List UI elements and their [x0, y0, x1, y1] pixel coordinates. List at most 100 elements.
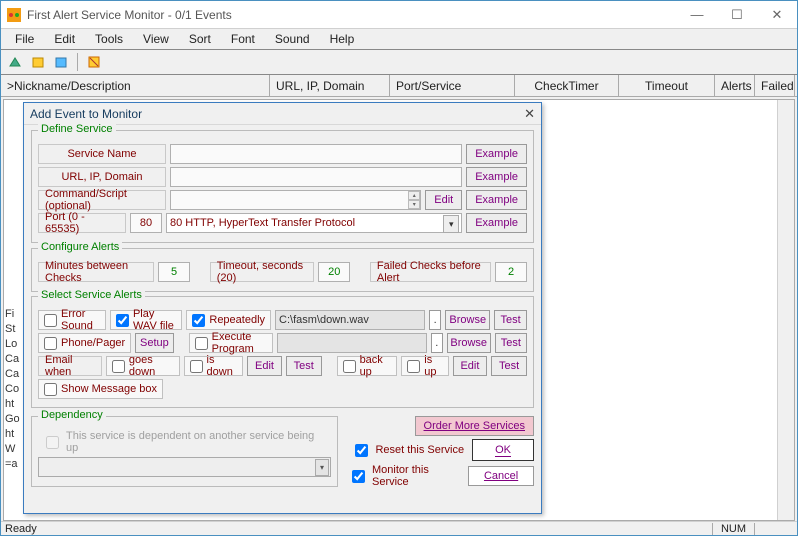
back-up-check[interactable]: back up [337, 356, 398, 376]
command-label: Command/Script (optional) [38, 190, 166, 210]
column-header: >Nickname/Description URL, IP, Domain Po… [1, 75, 797, 97]
dependency-select[interactable]: ▾ [38, 457, 331, 477]
test-button-2[interactable]: Test [495, 333, 527, 353]
menu-view[interactable]: View [133, 30, 179, 48]
window-title: First Alert Service Monitor - 0/1 Events [27, 8, 232, 22]
dependency-legend: Dependency [38, 409, 106, 421]
close-button[interactable]: ✕ [757, 1, 797, 29]
ok-button[interactable]: OK [472, 439, 534, 461]
example-button-1[interactable]: Example [466, 144, 527, 164]
repeatedly-check[interactable]: Repeatedly [186, 310, 271, 330]
cancel-button[interactable]: Cancel [468, 466, 534, 486]
failed-input[interactable] [495, 262, 527, 282]
is-up-check[interactable]: is up [401, 356, 448, 376]
col-alerts[interactable]: Alerts [715, 75, 755, 96]
error-sound-check[interactable]: Error Sound [38, 310, 106, 330]
menu-sort[interactable]: Sort [179, 30, 221, 48]
select-alerts-group: Select Service Alerts Error Sound Play W… [31, 296, 534, 408]
window-controls: — ☐ ✕ [677, 1, 797, 29]
maximize-button[interactable]: ☐ [717, 1, 757, 29]
dialog-close-icon[interactable]: ✕ [524, 106, 535, 122]
col-timeout[interactable]: Timeout [619, 75, 715, 96]
port-select-text: 80 HTTP, HyperText Transfer Protocol [170, 217, 355, 229]
timeout-input[interactable] [318, 262, 350, 282]
app-icon [7, 8, 21, 22]
example-button-4[interactable]: Example [466, 213, 527, 233]
setup-button[interactable]: Setup [135, 333, 173, 353]
minutes-input[interactable] [158, 262, 190, 282]
exec-dots-button[interactable]: . [431, 333, 443, 353]
status-bar: Ready NUM [1, 521, 797, 535]
example-button-2[interactable]: Example [466, 167, 527, 187]
edit-email-up-button[interactable]: Edit [453, 356, 488, 376]
col-failed[interactable]: Failed [755, 75, 795, 96]
col-url[interactable]: URL, IP, Domain [270, 75, 390, 96]
monitor-service-check[interactable]: Monitor this Service [344, 464, 464, 488]
order-more-services-button[interactable]: Order More Services [415, 416, 534, 436]
dialog-title: Add Event to Monitor [30, 107, 142, 121]
command-input[interactable] [170, 190, 421, 210]
titlebar: First Alert Service Monitor - 0/1 Events… [1, 1, 797, 29]
example-button-3[interactable]: Example [466, 190, 527, 210]
edit-email-down-button[interactable]: Edit [247, 356, 282, 376]
timeout-label: Timeout, seconds (20) [210, 262, 315, 282]
toolbar [1, 49, 797, 75]
bottom-area: Dependency This service is dependent on … [31, 410, 534, 491]
url-input[interactable] [170, 167, 462, 187]
status-ready: Ready [1, 523, 37, 535]
toolbar-button-3[interactable] [51, 52, 71, 72]
side-truncated-text: Fi St Lo Ca Ca Co ht Go ht W =a [5, 307, 21, 472]
status-num: NUM [712, 523, 755, 535]
menu-file[interactable]: File [5, 30, 44, 48]
exec-input[interactable] [277, 333, 427, 353]
configure-alerts-group: Configure Alerts Minutes between Checks … [31, 248, 534, 292]
menu-edit[interactable]: Edit [44, 30, 85, 48]
toolbar-button-1[interactable] [5, 52, 25, 72]
execute-program-check[interactable]: Execute Program [189, 333, 273, 353]
toolbar-separator [77, 53, 78, 71]
test-button-1[interactable]: Test [494, 310, 527, 330]
goes-down-check[interactable]: goes down [106, 356, 180, 376]
failed-label: Failed Checks before Alert [370, 262, 491, 282]
select-legend: Select Service Alerts [38, 289, 145, 301]
menu-sound[interactable]: Sound [265, 30, 320, 48]
toolbar-button-2[interactable] [28, 52, 48, 72]
toolbar-button-4[interactable] [84, 52, 104, 72]
dependency-check[interactable]: This service is dependent on another ser… [38, 430, 331, 454]
define-legend: Define Service [38, 123, 116, 135]
col-port[interactable]: Port/Service [390, 75, 515, 96]
menu-font[interactable]: Font [221, 30, 265, 48]
dialog-titlebar: Add Event to Monitor ✕ [24, 103, 541, 125]
phone-pager-check[interactable]: Phone/Pager [38, 333, 131, 353]
service-name-input[interactable] [170, 144, 462, 164]
wav-dots-button[interactable]: . [429, 310, 441, 330]
add-event-dialog: Add Event to Monitor ✕ Define Service Se… [23, 102, 542, 514]
configure-legend: Configure Alerts [38, 241, 122, 253]
test-email-up-button[interactable]: Test [491, 356, 527, 376]
menubar: File Edit Tools View Sort Font Sound Hel… [1, 29, 797, 49]
browse-button-2[interactable]: Browse [447, 333, 491, 353]
edit-command-button[interactable]: Edit [425, 190, 462, 210]
col-nickname[interactable]: >Nickname/Description [1, 75, 270, 96]
col-checktimer[interactable]: CheckTimer [515, 75, 619, 96]
wav-path-input[interactable] [275, 310, 425, 330]
service-name-label: Service Name [38, 144, 166, 164]
show-message-box-check[interactable]: Show Message box [38, 379, 163, 399]
command-input-wrap: ▴▾ [170, 190, 421, 210]
email-when-label: Email when [38, 356, 102, 376]
define-service-group: Define Service Service Name Example URL,… [31, 130, 534, 243]
port-input[interactable] [130, 213, 162, 233]
menu-tools[interactable]: Tools [85, 30, 133, 48]
url-label: URL, IP, Domain [38, 167, 166, 187]
test-email-down-button[interactable]: Test [286, 356, 322, 376]
command-spin[interactable]: ▴▾ [408, 191, 420, 209]
browse-button-1[interactable]: Browse [445, 310, 490, 330]
dependency-group: Dependency This service is dependent on … [31, 416, 338, 487]
port-select[interactable]: 80 HTTP, HyperText Transfer Protocol [166, 213, 462, 233]
minimize-button[interactable]: — [677, 1, 717, 29]
is-down-check[interactable]: is down [184, 356, 244, 376]
menu-help[interactable]: Help [320, 30, 365, 48]
reset-service-check[interactable]: Reset this Service [347, 441, 468, 460]
play-wav-check[interactable]: Play WAV file [110, 310, 182, 330]
minutes-label: Minutes between Checks [38, 262, 154, 282]
